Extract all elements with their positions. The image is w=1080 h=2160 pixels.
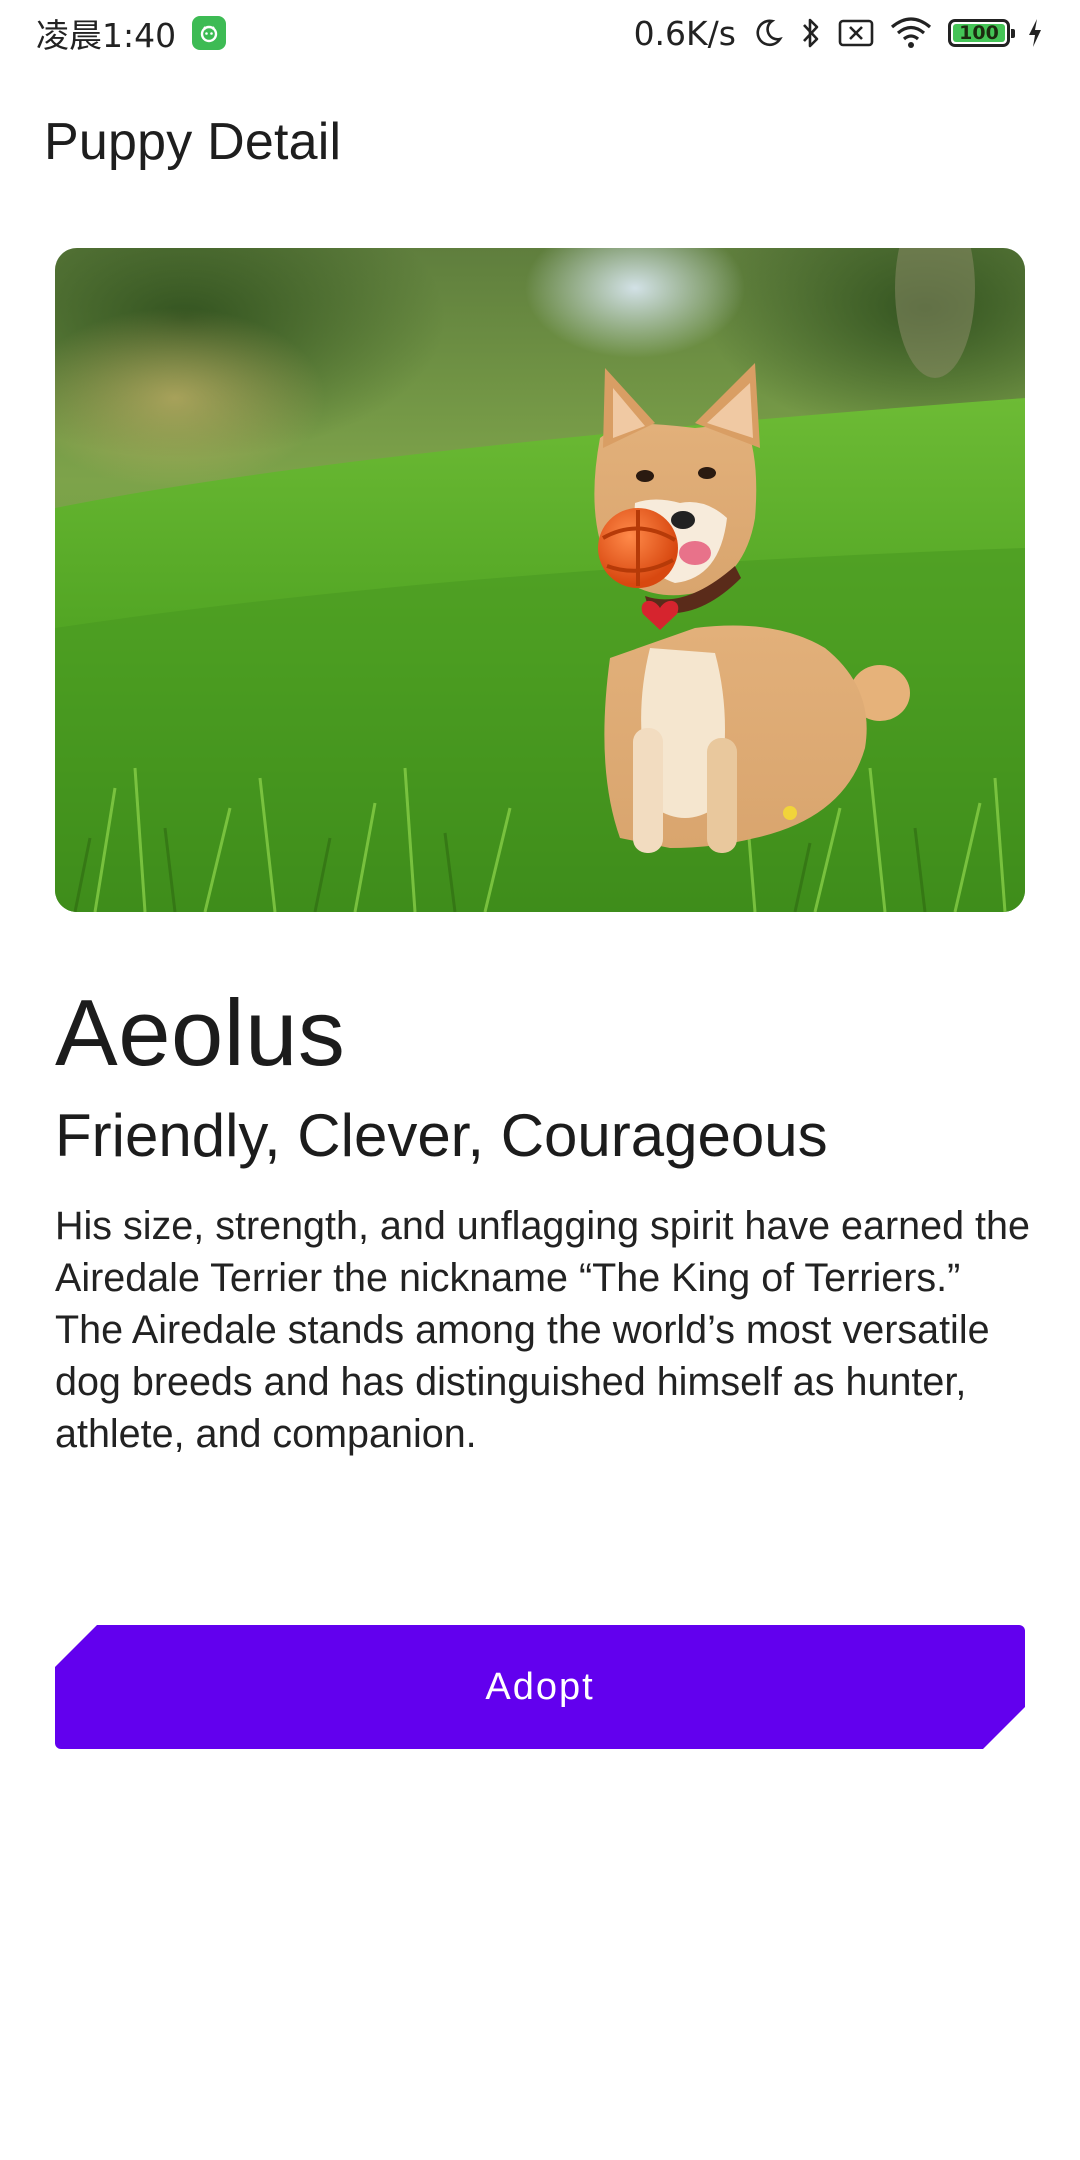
bluetooth-icon <box>800 16 822 50</box>
charging-icon <box>1026 17 1044 49</box>
battery-level: 100 <box>959 22 999 44</box>
adopt-button[interactable]: Adopt <box>55 1625 1025 1749</box>
puppy-description: His size, strength, and unflagging spiri… <box>55 1204 1030 1456</box>
battery-icon: 100 <box>948 19 1015 47</box>
moon-icon <box>752 17 784 49</box>
status-bar-right: 0.6K/s 100 <box>634 14 1044 53</box>
wifi-icon <box>890 17 932 49</box>
app-notification-icon <box>192 16 227 50</box>
status-bar: 凌晨1:40 0.6K/s 100 <box>0 0 1080 66</box>
puppy-name: Aeolus <box>55 980 346 1085</box>
sim-x-icon <box>838 19 874 47</box>
network-speed: 0.6K/s <box>633 13 736 53</box>
status-time: 凌晨1:40 <box>36 16 177 55</box>
puppy-image <box>55 248 1025 912</box>
status-bar-left: 凌晨1:40 <box>36 9 227 57</box>
page-title: Puppy Detail <box>44 113 342 171</box>
puppy-traits: Friendly, Clever, Courageous <box>55 1102 828 1169</box>
